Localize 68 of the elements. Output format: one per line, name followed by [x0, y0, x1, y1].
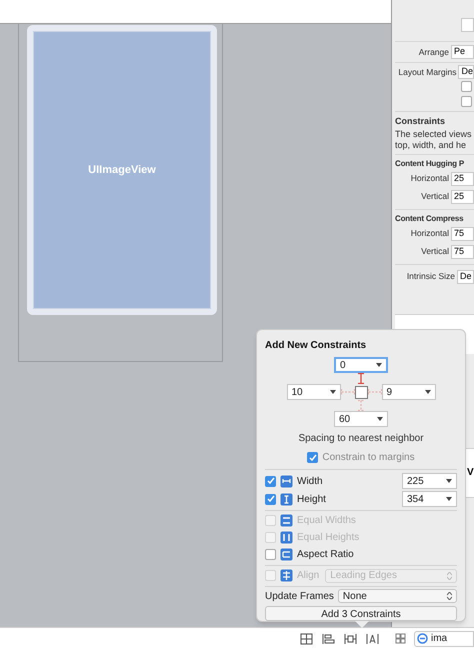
size-label: Width [297, 474, 324, 488]
property-label: Vertical [420, 245, 449, 258]
stack-icon[interactable] [322, 632, 335, 644]
property-field[interactable]: 25 [451, 172, 474, 186]
property-label: Vertical [420, 190, 449, 203]
left-spacing-field[interactable]: 10 [286, 384, 340, 400]
property-label: Layout Margins [397, 66, 456, 78]
property-field[interactable]: 75 [451, 244, 474, 258]
section-title: Content Hugging P [395, 158, 466, 170]
update-frames-select[interactable]: None [338, 589, 457, 604]
property-field[interactable]: Pe [451, 45, 474, 59]
align-label: Align [297, 569, 320, 584]
constraints-text: The selected views [395, 128, 473, 140]
align-icon[interactable] [300, 632, 313, 644]
checkbox-label: Constrain to margins [322, 451, 415, 465]
select-arrows-icon [447, 592, 452, 600]
spacing-caption: Spacing to nearest neighbor [298, 432, 424, 446]
spacing-strut-icon[interactable] [368, 388, 382, 396]
search-field[interactable]: ima [414, 630, 474, 646]
bottom-spacing-field[interactable]: 60 [334, 411, 388, 427]
dropdown-arrow-icon [446, 479, 452, 483]
property-label: Intrinsic Size [406, 270, 455, 283]
library-item-title: V [467, 466, 474, 480]
option-label: Equal Widths [297, 514, 356, 528]
right-spacing-field[interactable]: 9 [382, 384, 436, 400]
update-frames-label: Update Frames [265, 590, 334, 604]
property-field[interactable]: 25 [451, 190, 474, 204]
property-field[interactable]: De [458, 65, 474, 79]
height-constraint-icon [280, 492, 293, 506]
checkbox[interactable] [265, 476, 276, 486]
property-label: Horizontal [410, 227, 449, 240]
widths-constraint-icon [280, 514, 293, 527]
align-constraint-icon [280, 569, 293, 582]
top-spacing-field[interactable]: 0 [334, 357, 388, 373]
checkbox[interactable] [265, 549, 276, 560]
image-view-label: UIImageView [88, 162, 156, 178]
dropdown-arrow-icon [446, 497, 452, 501]
checkbox[interactable] [461, 96, 472, 107]
add-constraints-button[interactable]: Add 3 Constraints [265, 606, 457, 621]
property-label: Arrange [418, 46, 449, 58]
inspector-field[interactable] [461, 18, 474, 32]
dropdown-arrow-icon [424, 390, 430, 394]
select-arrows-icon [447, 572, 452, 580]
width-constraint-icon [280, 474, 293, 488]
popover-title: Add New Constraints [265, 339, 368, 353]
dropdown-arrow-icon [376, 363, 382, 367]
pin-icon[interactable] [344, 632, 357, 644]
size-label: Height [297, 492, 327, 506]
section-title: Constraints [395, 115, 446, 128]
view-square-icon [354, 386, 368, 398]
property-label: Horizontal [410, 172, 449, 185]
property-field[interactable]: 75 [451, 226, 474, 240]
property-field[interactable]: De [457, 270, 474, 284]
checkbox[interactable] [265, 494, 276, 504]
aspect-constraint-icon [280, 548, 293, 561]
grid-icon[interactable] [395, 633, 406, 644]
constraints-text: top, width, and he [395, 140, 468, 150]
option-label: Aspect Ratio [297, 548, 354, 562]
checkbox[interactable] [307, 452, 318, 463]
section-title: Content Compress [395, 212, 464, 224]
heights-constraint-icon [280, 531, 293, 544]
dropdown-arrow-icon [330, 390, 336, 394]
dropdown-arrow-icon [377, 417, 383, 421]
spacing-strut-icon[interactable] [357, 373, 365, 384]
size-field[interactable]: 354 [402, 491, 457, 507]
option-label: Equal Heights [297, 531, 360, 545]
checkbox[interactable] [461, 81, 472, 92]
size-field[interactable]: 225 [402, 473, 457, 489]
